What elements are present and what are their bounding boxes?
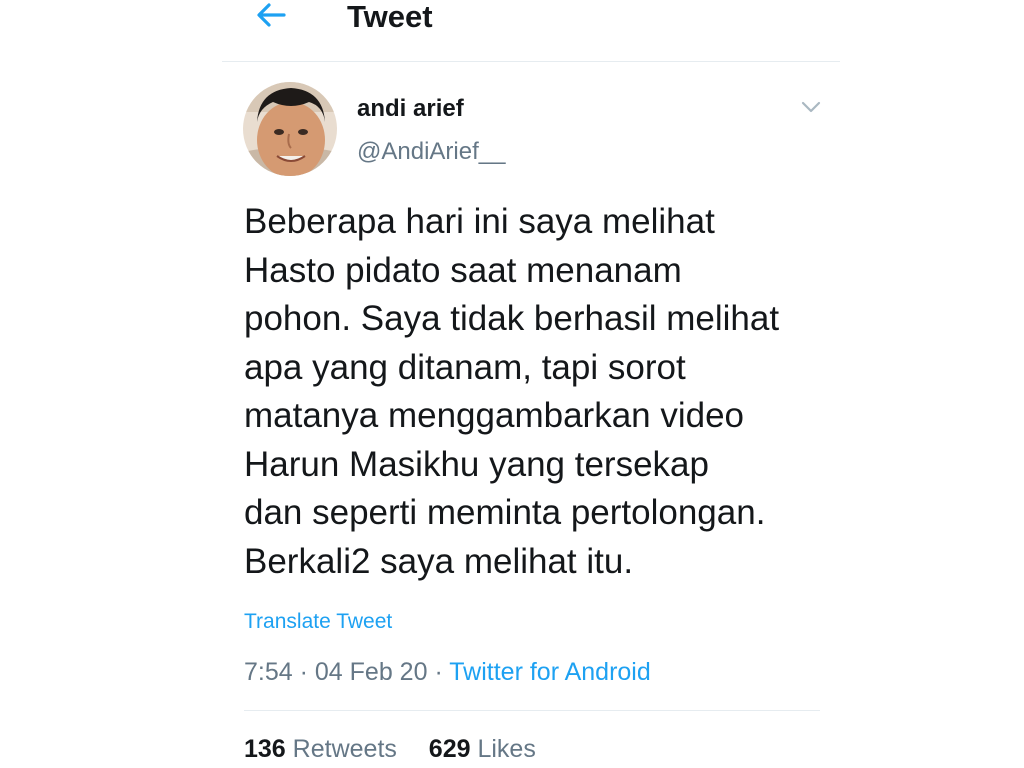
tweet-text-line: pohon. Saya tidak berhasil melihat xyxy=(244,299,780,338)
page-title: Tweet xyxy=(347,0,433,34)
tweet-stats: 136 Retweets 629 Likes xyxy=(244,733,536,765)
likes-count: 629 xyxy=(428,735,471,763)
tweet-time: 7:54 xyxy=(244,658,293,686)
tweet-text-line: Berkali2 saya melihat itu. xyxy=(244,541,634,581)
back-button[interactable] xyxy=(254,0,288,32)
tweet-source-link[interactable]: Twitter for Android xyxy=(449,658,650,686)
tweet-text-line: Beberapa hari ini saya melihat xyxy=(244,202,715,241)
retweets-stat[interactable]: 136 Retweets xyxy=(244,735,404,763)
tweet-detail-page: Tweet andi arief @AndiArief__ Beberapa h… xyxy=(0,0,1024,768)
tweet-text-line: Hasto pidato saat menanam xyxy=(244,250,682,290)
tweet-text-line: Harun Masikhu yang tersekap xyxy=(244,444,709,484)
author-display-name[interactable]: andi arief xyxy=(357,94,464,124)
meta-separator: · xyxy=(299,658,308,686)
avatar[interactable] xyxy=(243,82,337,176)
top-app-bar: Tweet xyxy=(222,0,840,62)
meta-separator: · xyxy=(434,658,443,686)
tweet-text-line: dan seperti meminta pertolongan. xyxy=(244,493,766,532)
likes-label: Likes xyxy=(477,735,536,763)
tweet-menu-button[interactable] xyxy=(798,96,824,118)
user-avatar-photo xyxy=(243,82,337,176)
tweet-meta: 7:54 · 04 Feb 20 · Twitter for Android xyxy=(244,656,651,688)
tweet-text-line: apa yang ditanam, tapi sorot xyxy=(244,347,686,387)
likes-stat[interactable]: 629 Likes xyxy=(429,735,536,763)
divider xyxy=(244,710,820,711)
tweet-text-line: matanya menggambarkan video xyxy=(244,396,745,435)
tweet-date: 04 Feb 20 xyxy=(314,658,428,686)
tweet-text: Beberapa hari ini saya melihat Hasto pid… xyxy=(244,198,834,586)
chevron-down-icon xyxy=(801,101,821,113)
translate-tweet-link[interactable]: Translate Tweet xyxy=(244,609,392,635)
author-handle[interactable]: @AndiArief__ xyxy=(357,137,505,167)
arrow-left-icon xyxy=(257,3,286,27)
retweets-count: 136 xyxy=(244,735,286,763)
retweets-label: Retweets xyxy=(292,735,397,763)
